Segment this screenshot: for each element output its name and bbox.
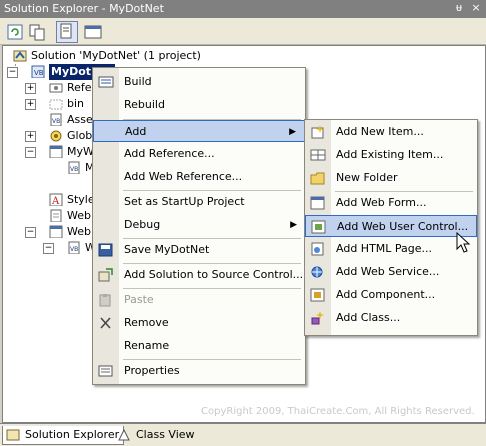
properties-toolbar-button[interactable] (56, 21, 78, 43)
menu-item-rebuild[interactable]: Rebuild (93, 94, 305, 116)
submenu-arrow-icon: ▶ (290, 220, 297, 230)
expand-toggle[interactable]: − (25, 147, 36, 158)
menu-item-rename[interactable]: Rename (93, 335, 305, 357)
submenu-item-add-html-page[interactable]: Add HTML Page... (305, 238, 477, 260)
submenu-item-add-component[interactable]: Add Component... (305, 284, 477, 306)
menu-item-paste[interactable]: Paste (93, 289, 305, 311)
svg-text:A: A (51, 196, 60, 206)
menu-item-save[interactable]: Save MyDotNet (93, 239, 305, 261)
save-icon (98, 243, 113, 257)
stylesheet-icon: A (49, 193, 63, 206)
pin-icon[interactable]: ᵾ (452, 1, 466, 15)
expand-toggle[interactable]: + (25, 131, 36, 142)
expand-toggle[interactable]: − (25, 227, 36, 238)
paste-icon (99, 294, 111, 307)
new-item-icon (311, 125, 324, 139)
global-asax-icon (50, 130, 62, 142)
window-title: Solution Explorer - MyDotNet (4, 2, 164, 15)
bottom-tab-bar: Solution Explorer Class View (0, 423, 486, 446)
existing-item-icon (310, 149, 326, 161)
remove-icon (100, 317, 111, 329)
folder-icon (310, 172, 325, 185)
submenu-item-add-web-service[interactable]: Add Web Service... (305, 261, 477, 283)
menu-item-build[interactable]: Build (93, 71, 305, 93)
svg-text:VB: VB (70, 166, 78, 173)
solution-explorer-icon (6, 429, 20, 441)
expand-toggle[interactable]: + (25, 99, 36, 110)
web-service-icon (311, 266, 323, 278)
menu-item-remove[interactable]: Remove (93, 312, 305, 334)
web-form-icon (49, 225, 63, 238)
svg-text:VB: VB (34, 69, 44, 77)
add-submenu: Add New Item... Add Existing Item... New… (304, 119, 478, 336)
properties-icon (98, 365, 113, 377)
class-icon (311, 311, 324, 325)
submenu-item-add-web-user-control[interactable]: Add Web User Control... (305, 215, 477, 237)
properties-toolbar-icon (60, 23, 72, 39)
refresh-icon (7, 24, 23, 40)
menu-item-add[interactable]: Add ▶ (93, 120, 305, 142)
build-icon (98, 76, 114, 88)
menu-item-set-startup[interactable]: Set as StartUp Project (93, 191, 305, 213)
user-control-icon (311, 220, 326, 234)
menu-item-add-reference[interactable]: Add Reference... (93, 143, 305, 165)
web-form-icon (310, 196, 325, 210)
tab-class-view[interactable]: Class View (114, 426, 199, 444)
component-icon (310, 288, 325, 302)
submenu-arrow-icon: ▶ (289, 127, 296, 137)
toolbar (0, 18, 486, 45)
submenu-item-add-new-item[interactable]: Add New Item... (305, 121, 477, 143)
watermark: CopyRight 2009, ThaiCreate.Com, All Righ… (201, 406, 475, 417)
solution-icon (13, 50, 27, 62)
project-icon: VB (31, 65, 45, 78)
submenu-item-add-web-form[interactable]: Add Web Form... (305, 192, 477, 214)
submenu-item-new-folder[interactable]: New Folder (305, 167, 477, 189)
menu-item-debug[interactable]: Debug ▶ (93, 214, 305, 236)
title-bar: Solution Explorer - MyDotNet ᵾ × (0, 0, 486, 18)
menu-item-add-to-source-control[interactable]: Add Solution to Source Control... (93, 264, 305, 286)
mouse-cursor-icon (456, 232, 471, 253)
references-icon (49, 83, 63, 93)
expand-toggle[interactable]: + (25, 83, 36, 94)
refresh-button[interactable] (4, 21, 26, 43)
show-all-files-icon (29, 24, 45, 41)
folder-outline-icon (49, 99, 63, 110)
menu-item-properties[interactable]: Properties (93, 360, 305, 382)
expand-toggle[interactable]: − (7, 67, 18, 78)
submenu-item-add-existing-item[interactable]: Add Existing Item... (305, 144, 477, 166)
svg-text:VB: VB (52, 118, 60, 125)
view-code-button[interactable] (82, 21, 104, 43)
source-control-icon (98, 268, 113, 282)
menu-item-add-web-reference[interactable]: Add Web Reference... (93, 166, 305, 188)
expand-toggle[interactable]: − (43, 243, 54, 254)
class-view-icon (118, 428, 130, 441)
context-menu: Build Rebuild Add ▶ Add Reference... Add… (92, 67, 306, 385)
web-form-icon (49, 145, 63, 158)
vb-file-icon: VB (68, 161, 80, 174)
tab-solution-explorer[interactable]: Solution Explorer (2, 426, 125, 445)
vb-file-icon: VB (50, 113, 62, 126)
vb-file-icon: VB (68, 241, 80, 254)
view-code-icon (84, 25, 102, 39)
close-icon[interactable]: × (469, 1, 483, 15)
html-page-icon (311, 242, 324, 256)
svg-text:VB: VB (70, 246, 78, 253)
config-file-icon (50, 209, 62, 222)
show-all-files-button[interactable] (26, 21, 48, 43)
submenu-item-add-class[interactable]: Add Class... (305, 307, 477, 329)
